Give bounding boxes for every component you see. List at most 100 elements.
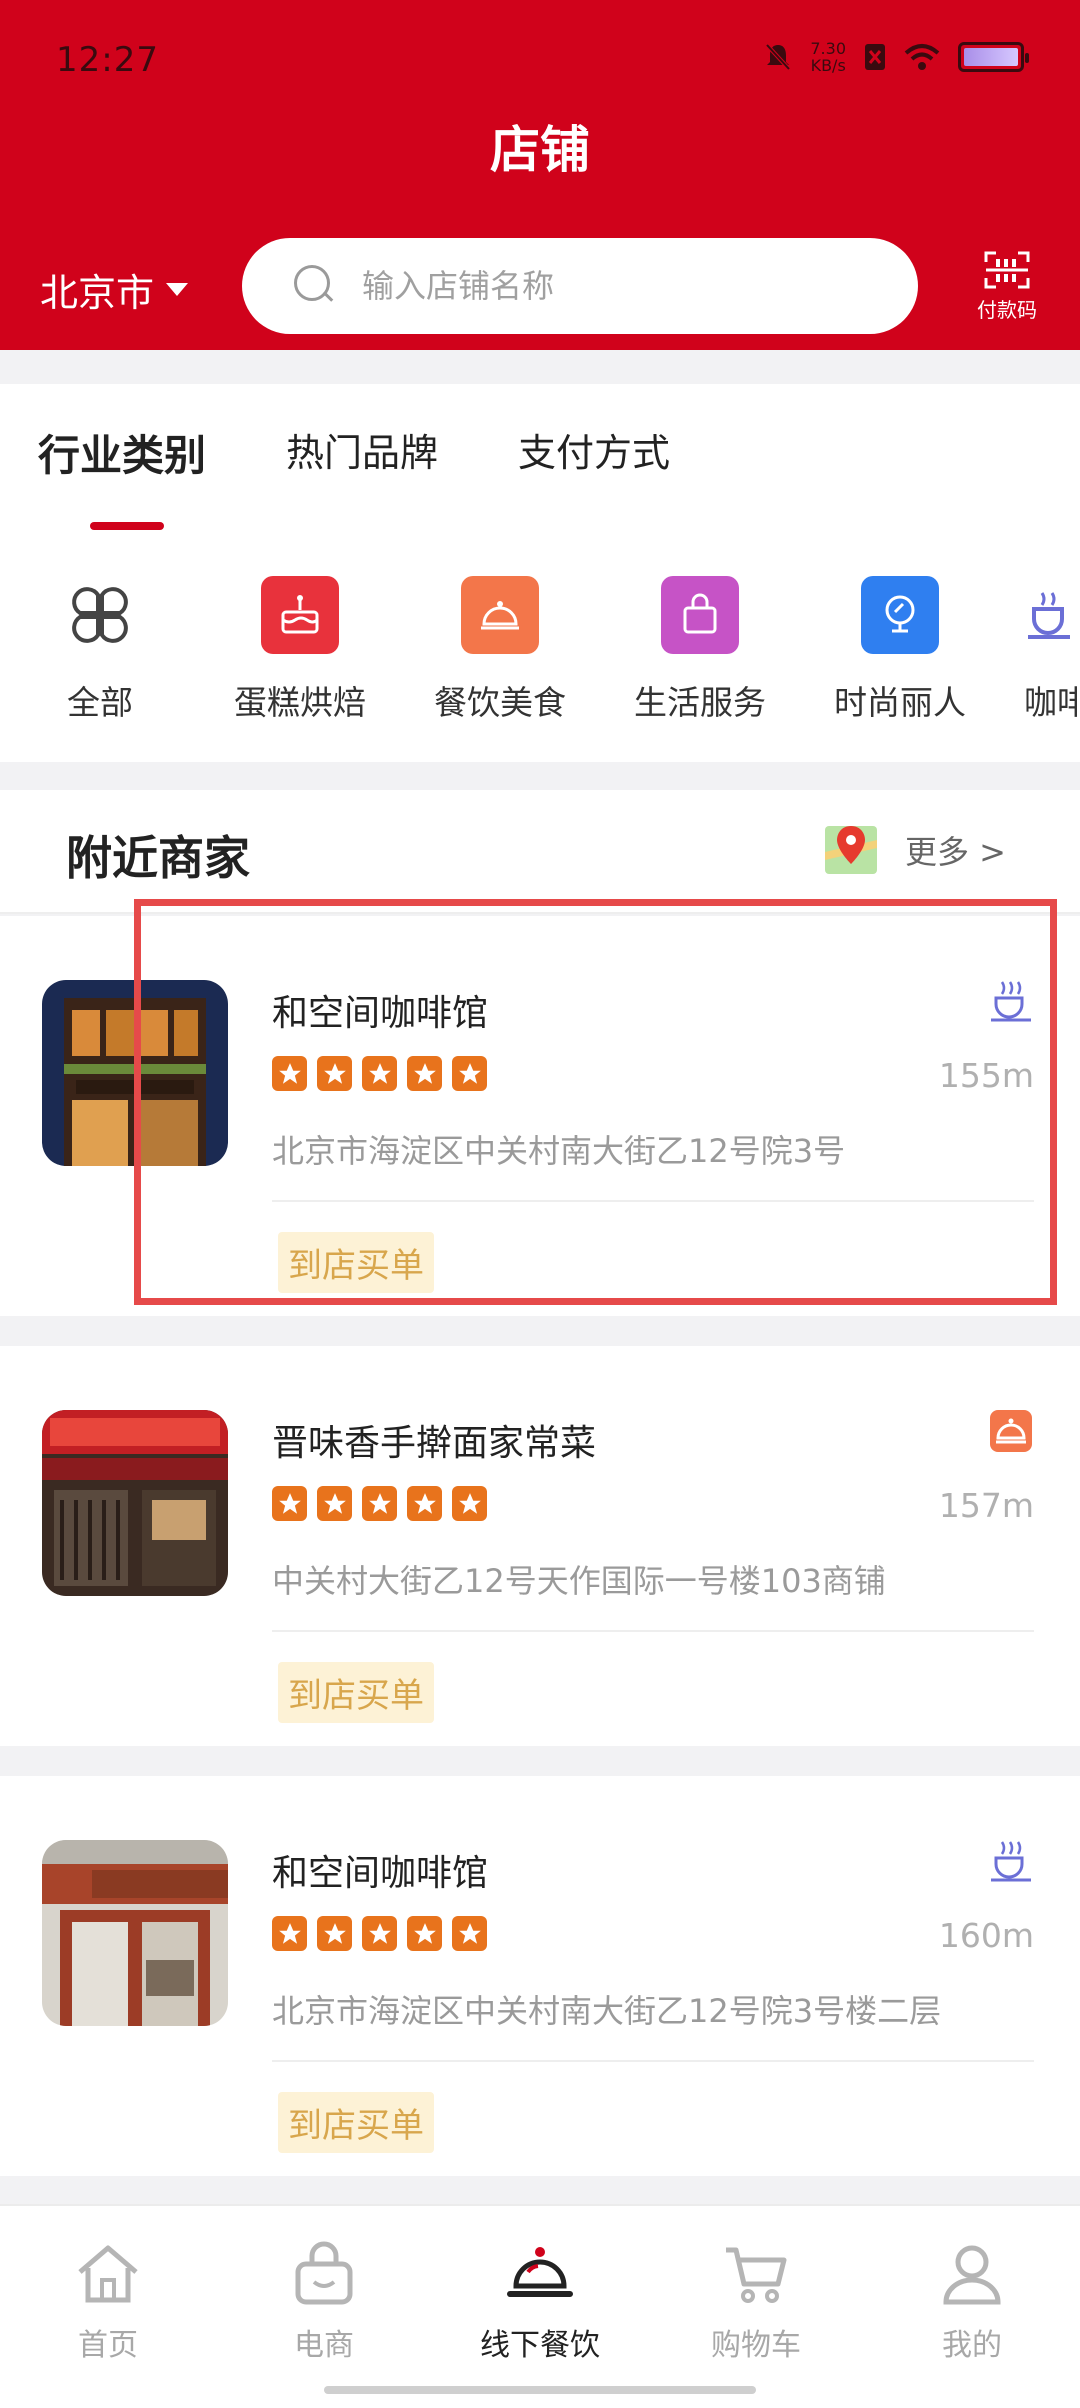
dish-icon <box>990 1410 1032 1452</box>
category-item-fashion[interactable]: 时尚丽人 <box>800 576 1000 724</box>
nav-item-ecommerce[interactable]: 电商 <box>216 2206 432 2408</box>
star-icon <box>272 1916 307 1951</box>
pay-in-store-button[interactable]: 到店买单 <box>278 1662 434 1723</box>
star-icon <box>362 1916 397 1951</box>
nav-item-dining[interactable]: 线下餐饮 <box>432 2206 648 2408</box>
shop-image <box>42 1410 228 1596</box>
tab-brand[interactable]: 热门品牌 <box>286 422 438 483</box>
grid-icon <box>61 576 139 654</box>
header: 12:27 7.30 KB/s 店铺 北京市 输入店铺名称 付款码 <box>0 0 1080 350</box>
user-icon <box>943 2245 1001 2305</box>
shop-address: 中关村大街乙12号天作国际一号楼103商铺 <box>272 1562 886 1600</box>
star-icon <box>407 1486 442 1521</box>
paycode-label: 付款码 <box>977 298 1037 322</box>
shop-image <box>42 980 228 1166</box>
star-icon <box>272 1056 307 1091</box>
shop-card[interactable]: 和空间咖啡馆 155m 北京市海淀区中关村南大街乙12号院3号 到店买单 <box>0 916 1080 1316</box>
category-label: 时尚丽人 <box>834 683 966 722</box>
status-icons: 7.30 KB/s <box>764 39 1029 75</box>
category-label: 全部 <box>67 683 133 722</box>
shop-card[interactable]: 晋味香手擀面家常菜 157m 中关村大街乙12号天作国际一号楼103商铺 到店买… <box>0 1346 1080 1746</box>
star-icon <box>407 1056 442 1091</box>
tab-industry[interactable]: 行业类别 <box>38 422 206 530</box>
category-item-coffee[interactable]: 咖啡 <box>1000 576 1080 724</box>
bag-icon <box>661 576 739 654</box>
cart-icon <box>726 2247 787 2303</box>
nearby-header: 附近商家 更多 > <box>0 790 1080 914</box>
star-icon <box>452 1056 487 1091</box>
shop-name: 和空间咖啡馆 <box>272 1853 489 1894</box>
star-icon <box>452 1916 487 1951</box>
more-link[interactable]: 更多 > <box>823 822 1006 878</box>
nav-label: 购物车 <box>711 2328 801 2363</box>
page: 12:27 7.30 KB/s 店铺 北京市 输入店铺名称 付款码 行业类别 热… <box>0 0 1080 2408</box>
coffee-icon <box>991 1841 1031 1882</box>
net-speed: 7.30 KB/s <box>810 39 846 75</box>
rating-stars <box>272 1916 487 1951</box>
search-bar[interactable] <box>242 238 918 334</box>
coffee-icon <box>1024 576 1080 654</box>
nav-item-home[interactable]: 首页 <box>0 2206 216 2408</box>
category-label: 咖啡 <box>1024 683 1080 722</box>
category-label: 餐饮美食 <box>434 683 566 722</box>
star-icon <box>407 1916 442 1951</box>
shop-name: 晋味香手擀面家常菜 <box>272 1423 597 1464</box>
category-item-food[interactable]: 餐饮美食 <box>400 576 600 724</box>
city-label: 北京市 <box>40 271 155 315</box>
more-label: 更多 > <box>905 833 1006 871</box>
page-title: 店铺 <box>490 121 590 179</box>
nav-item-cart[interactable]: 购物车 <box>648 2206 864 2408</box>
battery-icon <box>958 42 1029 72</box>
category-item-life[interactable]: 生活服务 <box>600 576 800 724</box>
status-time: 12:27 <box>56 40 159 80</box>
nearby-title: 附近商家 <box>66 831 250 885</box>
mirror-icon <box>861 576 939 654</box>
category-tabs: 行业类别 热门品牌 支付方式 <box>38 422 750 530</box>
caret-down-icon <box>166 283 189 296</box>
divider <box>272 1630 1034 1632</box>
search-input[interactable] <box>362 267 882 305</box>
star-icon <box>317 1056 352 1091</box>
shop-address: 北京市海淀区中关村南大街乙12号院3号 <box>272 1132 846 1170</box>
category-item-all[interactable]: 全部 <box>0 576 200 724</box>
star-icon <box>317 1916 352 1951</box>
category-item-cake[interactable]: 蛋糕烘焙 <box>200 576 400 724</box>
category-label: 蛋糕烘焙 <box>234 683 366 722</box>
nav-label: 我的 <box>942 2328 1002 2363</box>
star-icon <box>362 1056 397 1091</box>
tab-payment[interactable]: 支付方式 <box>518 422 670 483</box>
wifi-icon <box>904 44 940 70</box>
divider <box>272 1200 1034 1202</box>
dish-icon <box>461 576 539 654</box>
mute-icon <box>765 43 791 71</box>
shop-address: 北京市海淀区中关村南大街乙12号院3号楼二层 <box>272 1992 942 2030</box>
category-list: 全部 蛋糕烘焙 餐饮美食 生活服务 时尚丽人 咖啡 <box>0 576 1080 724</box>
rating-stars <box>272 1056 487 1091</box>
nav-label: 首页 <box>78 2328 138 2363</box>
home-icon <box>78 2245 138 2303</box>
shop-name: 和空间咖啡馆 <box>272 993 489 1034</box>
star-icon <box>317 1486 352 1521</box>
pay-in-store-button[interactable]: 到店买单 <box>278 2092 434 2153</box>
star-icon <box>362 1486 397 1521</box>
category-panel: 行业类别 热门品牌 支付方式 全部 蛋糕烘焙 餐饮美食 生活服务 时尚丽人 咖啡 <box>0 384 1080 762</box>
pay-in-store-button[interactable]: 到店买单 <box>278 1232 434 1293</box>
category-label: 生活服务 <box>634 683 766 722</box>
search-icon <box>294 265 336 307</box>
home-indicator <box>324 2386 756 2394</box>
nav-label: 线下餐饮 <box>480 2328 600 2363</box>
shop-distance: 160m <box>938 1916 1034 1955</box>
nav-item-profile[interactable]: 我的 <box>864 2206 1080 2408</box>
bottom-nav: 首页 电商 线下餐饮 购物车 我的 <box>0 2204 1080 2408</box>
shop-distance: 155m <box>938 1056 1034 1095</box>
shop-card[interactable]: 和空间咖啡馆 160m 北京市海淀区中关村南大街乙12号院3号楼二层 到店买单 <box>0 1776 1080 2176</box>
cake-icon <box>261 576 339 654</box>
qrcode-icon <box>984 251 1030 289</box>
city-selector[interactable]: 北京市 <box>40 262 189 317</box>
divider <box>272 2060 1034 2062</box>
map-icon <box>825 826 877 874</box>
rating-stars <box>272 1486 487 1521</box>
shop-distance: 157m <box>938 1486 1034 1525</box>
paycode-button[interactable]: 付款码 <box>970 250 1044 323</box>
star-icon <box>452 1486 487 1521</box>
